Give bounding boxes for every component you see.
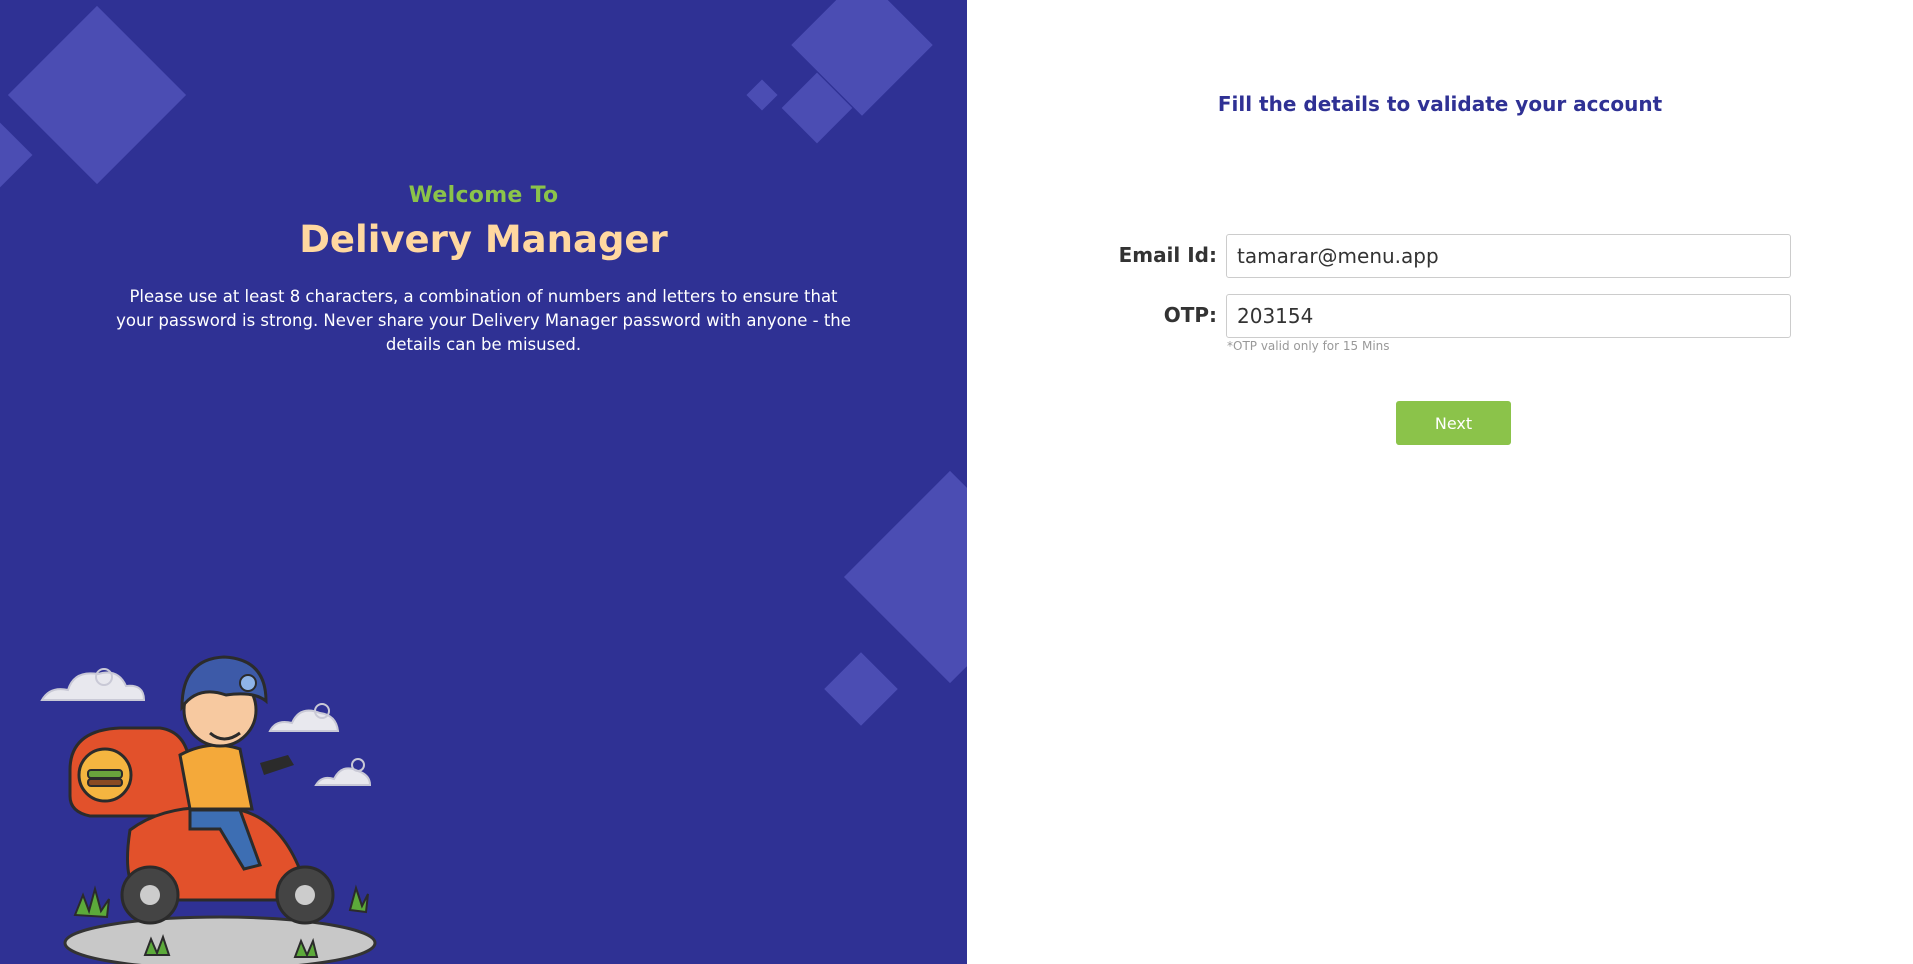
otp-field[interactable]	[1226, 294, 1791, 338]
email-field[interactable]	[1226, 234, 1791, 278]
brand-title: Delivery Manager	[299, 218, 668, 261]
form-title: Fill the details to validate your accoun…	[1217, 92, 1663, 116]
decorative-diamond	[843, 470, 967, 684]
welcome-panel: Welcome To Delivery Manager Please use a…	[0, 0, 967, 964]
email-label: Email Id:	[1118, 243, 1217, 267]
otp-label: OTP:	[1163, 303, 1217, 327]
welcome-heading: Welcome To	[408, 183, 559, 208]
otp-validity-hint: *OTP valid only for 15 Mins	[1227, 339, 1390, 353]
next-button[interactable]: Next	[1396, 401, 1511, 445]
delivery-rider-illustration	[40, 655, 377, 964]
decorative-diamond	[824, 652, 898, 726]
validation-form-panel: Fill the details to validate your accoun…	[967, 0, 1913, 964]
decorative-diamond	[746, 79, 778, 111]
password-info-text: Please use at least 8 characters, a comb…	[116, 287, 851, 354]
decorative-diamond	[7, 5, 187, 185]
